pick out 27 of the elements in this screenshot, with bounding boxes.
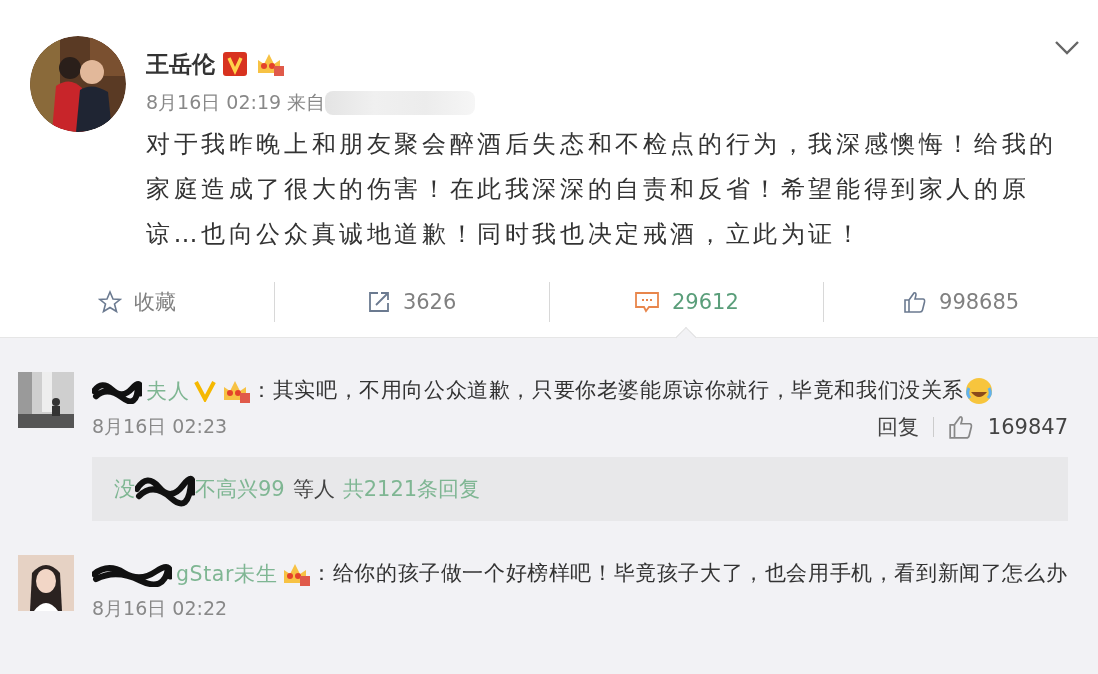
like-tab[interactable]: 998685 xyxy=(903,282,1020,322)
laughing-crying-emoji-icon xyxy=(964,376,994,406)
replier-name: 不高兴99 xyxy=(195,476,285,503)
share-tab[interactable]: 3626 xyxy=(366,282,457,322)
comment-icon xyxy=(633,290,660,314)
comment-text: gStar未生 ：给你的孩子做一个好榜样吧！毕竟孩子大了，也会用手机，看到新闻了怎么办 xyxy=(92,555,1068,592)
post-time: 8月16日 02:19 来自 xyxy=(146,90,326,115)
like-count: 169847 xyxy=(987,415,1068,439)
verified-badge-icon xyxy=(193,380,218,402)
comment-text: 夫人 ：其实吧，不用向公众道歉，只要你老婆能原谅你就行，毕竟和我们没关系 xyxy=(92,372,1068,409)
share-icon xyxy=(366,290,391,314)
comment-time: 8月16日 02:22 xyxy=(92,596,228,621)
replier-name: 没 xyxy=(114,476,135,503)
star-icon xyxy=(97,290,122,314)
replies-panel[interactable]: 没 不高兴99 等人 共2121条回复 xyxy=(92,457,1068,521)
post-text: 对于我昨晚上和朋友聚会醉酒后失态和不检点的行为，我深感懊悔！给我的家庭造成了很大的伤害！在此我深深的自责和反省！希望能得到家人的原谅…也向公众真诚地道歉！同时我也决定戒酒，立此为证！ xyxy=(146,129,1058,250)
comment-time: 8月16日 02:23 xyxy=(92,414,228,439)
comment-tab[interactable]: 29612 xyxy=(633,282,739,322)
others-label: 等人 xyxy=(292,476,335,503)
author-name[interactable]: 王岳伦 xyxy=(146,48,215,80)
verified-badge-icon xyxy=(223,52,247,76)
thumbs-up-icon xyxy=(903,290,928,314)
thumbs-up-icon xyxy=(947,414,974,440)
chevron-down-icon[interactable] xyxy=(1054,40,1080,56)
reply-link[interactable]: 回复 xyxy=(876,413,919,441)
star-tab[interactable]: 收藏 xyxy=(97,282,176,322)
scribble-redaction xyxy=(92,378,142,404)
